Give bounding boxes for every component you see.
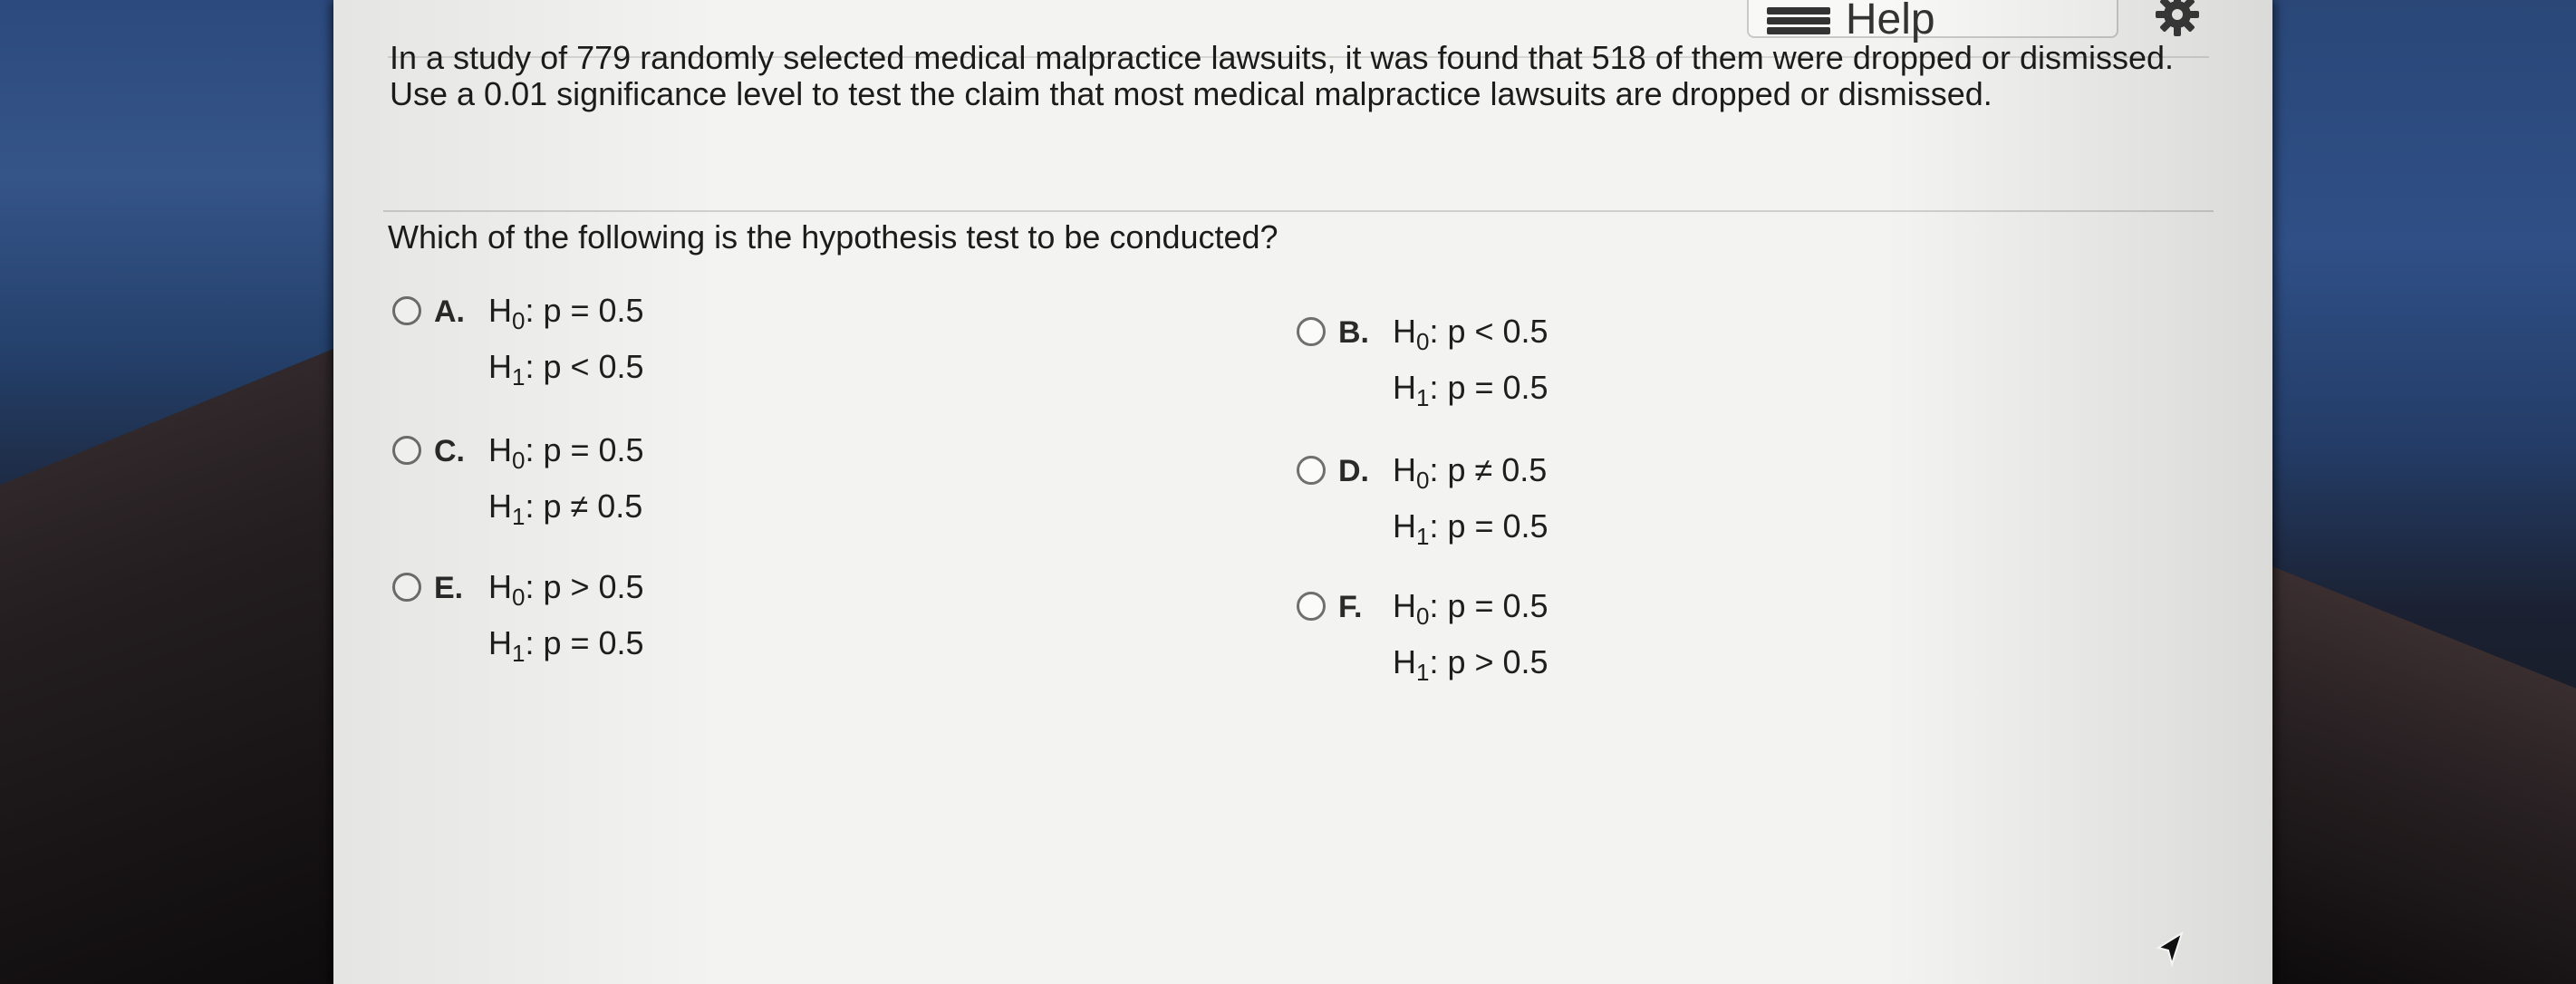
list-icon bbox=[1767, 7, 1830, 34]
alternative-hypothesis: H1: p = 0.5 bbox=[1393, 507, 1548, 550]
sub-question: Which of the following is the hypothesis… bbox=[388, 218, 1278, 256]
radio-button-f[interactable] bbox=[1297, 592, 1326, 621]
radio-button-c[interactable] bbox=[392, 436, 421, 465]
option-letter: F. bbox=[1338, 590, 1363, 624]
gear-icon[interactable] bbox=[2154, 0, 2201, 38]
option-letter: D. bbox=[1338, 454, 1369, 488]
null-hypothesis: H0: p = 0.5 bbox=[488, 292, 644, 334]
option-f[interactable]: F. H0: p = 0.5 H1: p > 0.5 bbox=[1297, 585, 1548, 690]
hypothesis-pair: H0: p = 0.5 H1: p ≠ 0.5 bbox=[488, 429, 644, 535]
hypothesis-pair: H0: p ≠ 0.5 H1: p = 0.5 bbox=[1393, 449, 1548, 555]
option-letter: C. bbox=[434, 434, 465, 468]
radio-button-b[interactable] bbox=[1297, 317, 1326, 346]
question-divider bbox=[383, 210, 2214, 212]
mouse-cursor-icon bbox=[2156, 931, 2184, 968]
radio-button-e[interactable] bbox=[392, 573, 421, 602]
option-b[interactable]: B. H0: p < 0.5 H1: p = 0.5 bbox=[1297, 311, 1548, 416]
hypothesis-pair: H0: p < 0.5 H1: p = 0.5 bbox=[1393, 311, 1548, 416]
null-hypothesis: H0: p < 0.5 bbox=[1393, 313, 1548, 355]
radio-button-a[interactable] bbox=[392, 296, 421, 325]
hypothesis-pair: H0: p > 0.5 H1: p = 0.5 bbox=[488, 566, 644, 671]
option-c[interactable]: C. H0: p = 0.5 H1: p ≠ 0.5 bbox=[392, 429, 644, 535]
question-window: Question Help In a study of 779 randomly… bbox=[333, 0, 2272, 984]
alternative-hypothesis: H1: p = 0.5 bbox=[1393, 369, 1548, 411]
option-letter: E. bbox=[434, 571, 464, 605]
option-e[interactable]: E. H0: p > 0.5 H1: p = 0.5 bbox=[392, 566, 644, 671]
alternative-hypothesis: H1: p = 0.5 bbox=[488, 624, 644, 667]
option-d[interactable]: D. H0: p ≠ 0.5 H1: p = 0.5 bbox=[1297, 449, 1548, 555]
hypothesis-pair: H0: p = 0.5 H1: p < 0.5 bbox=[488, 290, 644, 395]
option-letter: A. bbox=[434, 294, 465, 329]
question-prompt: In a study of 779 randomly selected medi… bbox=[390, 39, 2174, 112]
alternative-hypothesis: H1: p > 0.5 bbox=[1393, 643, 1548, 686]
hypothesis-pair: H0: p = 0.5 H1: p > 0.5 bbox=[1393, 585, 1548, 690]
option-a[interactable]: A. H0: p = 0.5 H1: p < 0.5 bbox=[392, 290, 644, 395]
question-help-label: Question Help bbox=[1845, 0, 1935, 43]
alternative-hypothesis: H1: p ≠ 0.5 bbox=[488, 487, 643, 530]
alternative-hypothesis: H1: p < 0.5 bbox=[488, 348, 644, 391]
option-letter: B. bbox=[1338, 315, 1369, 350]
null-hypothesis: H0: p = 0.5 bbox=[1393, 587, 1548, 630]
null-hypothesis: H0: p > 0.5 bbox=[488, 568, 644, 611]
null-hypothesis: H0: p ≠ 0.5 bbox=[1393, 451, 1548, 494]
radio-button-d[interactable] bbox=[1297, 456, 1326, 485]
question-help-button[interactable]: Question Help bbox=[1747, 0, 2118, 42]
null-hypothesis: H0: p = 0.5 bbox=[488, 431, 644, 474]
